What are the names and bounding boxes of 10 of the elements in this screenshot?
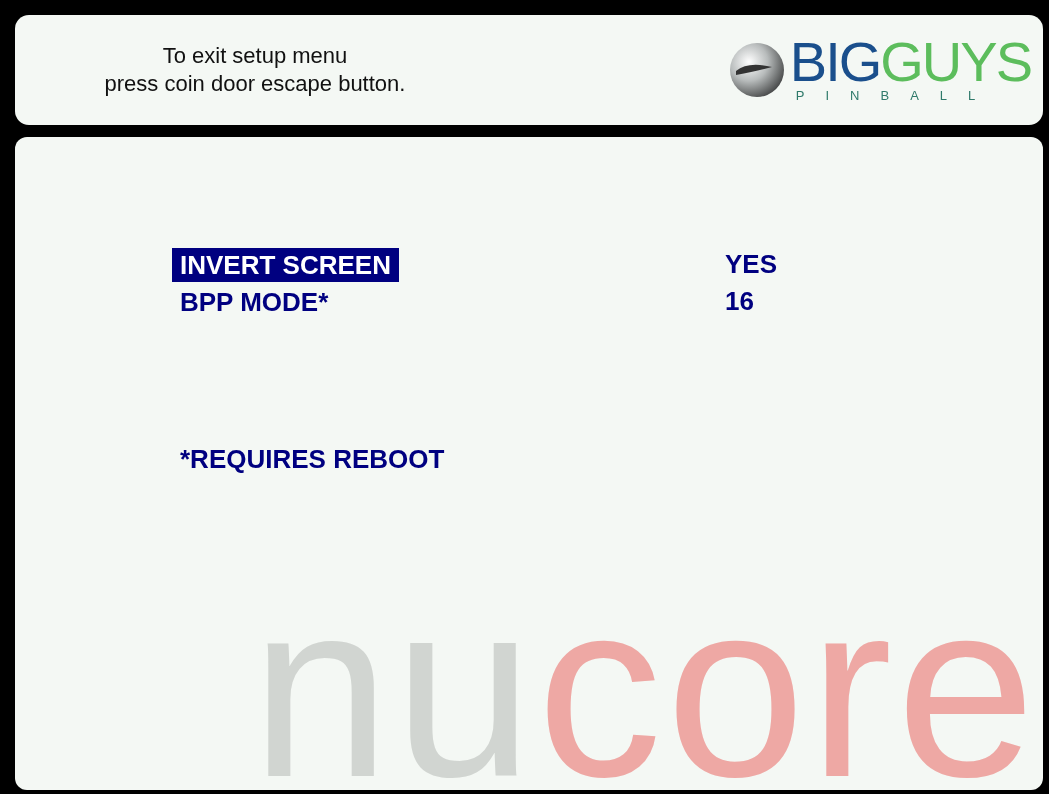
instruction-text: press coin door escape button. <box>103 70 407 98</box>
pinball-icon <box>727 41 786 99</box>
brand-text: core <box>537 615 1040 783</box>
menu-value: YES <box>725 249 778 280</box>
footnote-text: *REQUIRES REBOOT <box>180 444 446 475</box>
menu-item[interactable]: INVERT SCREEN <box>172 247 399 282</box>
menu-value: 16 <box>725 286 754 317</box>
instruction-text: To exit setup menu <box>161 42 349 70</box>
menu-item[interactable]: BPP MODE* <box>172 284 337 319</box>
logo-subtitle: PINBALL <box>795 88 998 104</box>
